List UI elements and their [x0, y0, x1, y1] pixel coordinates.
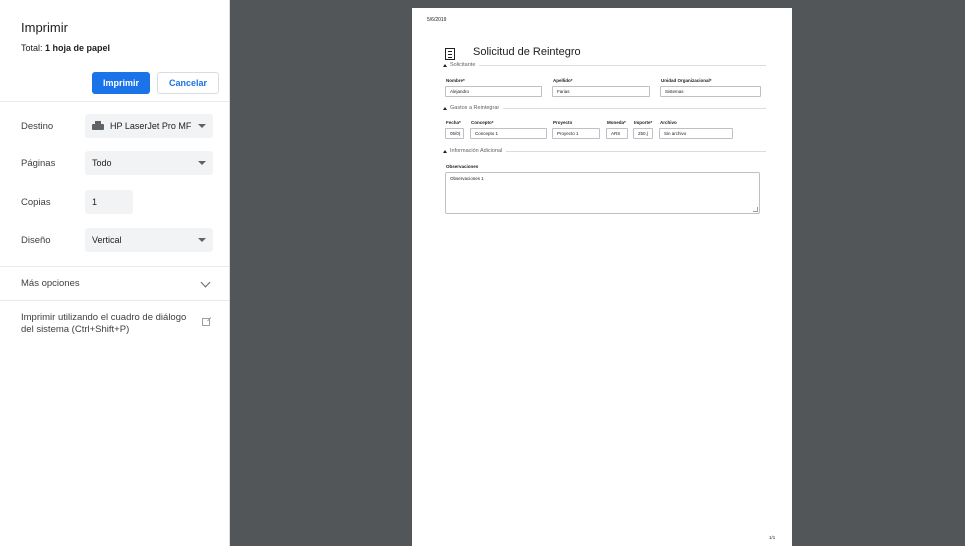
observaciones-value: Observaciones 1: [450, 176, 484, 181]
total-sheets: Total: 1 hoja de papel: [21, 43, 110, 53]
print-button[interactable]: Imprimir: [92, 72, 150, 94]
nombre-label: Nombre*: [446, 78, 465, 83]
resize-grip-icon: [753, 207, 758, 212]
concepto-field: Concepto 1: [470, 128, 547, 139]
copies-input[interactable]: 1: [85, 190, 133, 214]
page-date: 5/6/2019: [427, 17, 447, 23]
section-solicitante: Solicitante: [443, 62, 766, 68]
archivo-label: Archivo: [660, 120, 677, 125]
layout-value: Vertical: [92, 235, 122, 245]
pages-select[interactable]: Todo: [85, 151, 213, 175]
page-number: 1/1: [769, 535, 776, 540]
print-title: Imprimir: [21, 20, 68, 35]
open-external-icon[interactable]: [202, 318, 210, 326]
section-line: [506, 150, 766, 152]
proyecto-label: Proyecto: [553, 120, 573, 125]
section-title: Gastos a Reintegrar: [450, 105, 500, 111]
copies-value: 1: [92, 197, 98, 207]
chevron-down-icon: [198, 161, 206, 165]
collapse-icon: [443, 106, 447, 110]
apellido-field: Farias: [552, 86, 650, 97]
print-settings-panel: Imprimir Total: 1 hoja de papel Imprimir…: [0, 0, 230, 546]
moneda-label: Moneda*: [607, 120, 626, 125]
proyecto-field: Proyecto 1: [552, 128, 600, 139]
layout-select[interactable]: Vertical: [85, 228, 213, 252]
divider: [0, 266, 229, 267]
pages-value: Todo: [92, 158, 112, 168]
print-preview-area: 5/6/2019 Solicitud de Reintegro Solicita…: [230, 0, 965, 546]
collapse-icon: [443, 63, 447, 67]
collapse-icon: [443, 149, 447, 153]
section-gastos: Gastos a Reintegrar: [443, 105, 766, 111]
section-info: Información Adicional: [443, 148, 766, 154]
total-prefix: Total:: [21, 43, 46, 53]
section-line: [503, 107, 766, 109]
importe-field: 250,(: [633, 128, 653, 139]
total-value: 1 hoja de papel: [45, 43, 111, 53]
observaciones-textarea: Observaciones 1: [445, 172, 760, 214]
more-options-toggle[interactable]: Más opciones: [21, 278, 80, 289]
form-icon: [445, 48, 455, 60]
layout-label: Diseño: [21, 235, 51, 246]
importe-label: Importe*: [634, 120, 653, 125]
destination-select[interactable]: HP LaserJet Pro MF: [85, 114, 213, 138]
printer-icon: [92, 121, 104, 131]
chevron-down-icon: [198, 124, 206, 128]
section-title: Información Adicional: [450, 148, 503, 154]
divider: [0, 101, 229, 102]
pages-label: Páginas: [21, 158, 56, 169]
destination-value: HP LaserJet Pro MF: [110, 121, 192, 131]
copies-label: Copias: [21, 197, 51, 208]
observaciones-label: Observaciones: [446, 164, 479, 169]
chevron-down-icon: [198, 238, 206, 242]
moneda-field: ARS: [606, 128, 628, 139]
apellido-label: Apellido*: [553, 78, 573, 83]
nombre-field: Alejandro: [445, 86, 542, 97]
concepto-label: Concepto*: [471, 120, 494, 125]
section-title: Solicitante: [450, 62, 476, 68]
unidad-label: Unidad Organizacional*: [661, 78, 712, 83]
cancel-button[interactable]: Cancelar: [157, 72, 219, 94]
divider: [0, 300, 229, 301]
chevron-down-icon[interactable]: [200, 277, 211, 288]
section-line: [479, 64, 766, 66]
destination-label: Destino: [21, 121, 54, 132]
system-dialog-link[interactable]: Imprimir utilizando el cuadro de diálogo…: [21, 312, 191, 336]
form-title: Solicitud de Reintegro: [473, 46, 581, 58]
fecha-label: Fecha*: [446, 120, 461, 125]
archivo-field: Sin archivo: [659, 128, 733, 139]
unidad-field: Sistemas: [660, 86, 761, 97]
preview-page: 5/6/2019 Solicitud de Reintegro Solicita…: [412, 8, 792, 546]
fecha-field: 05/0(: [445, 128, 464, 139]
